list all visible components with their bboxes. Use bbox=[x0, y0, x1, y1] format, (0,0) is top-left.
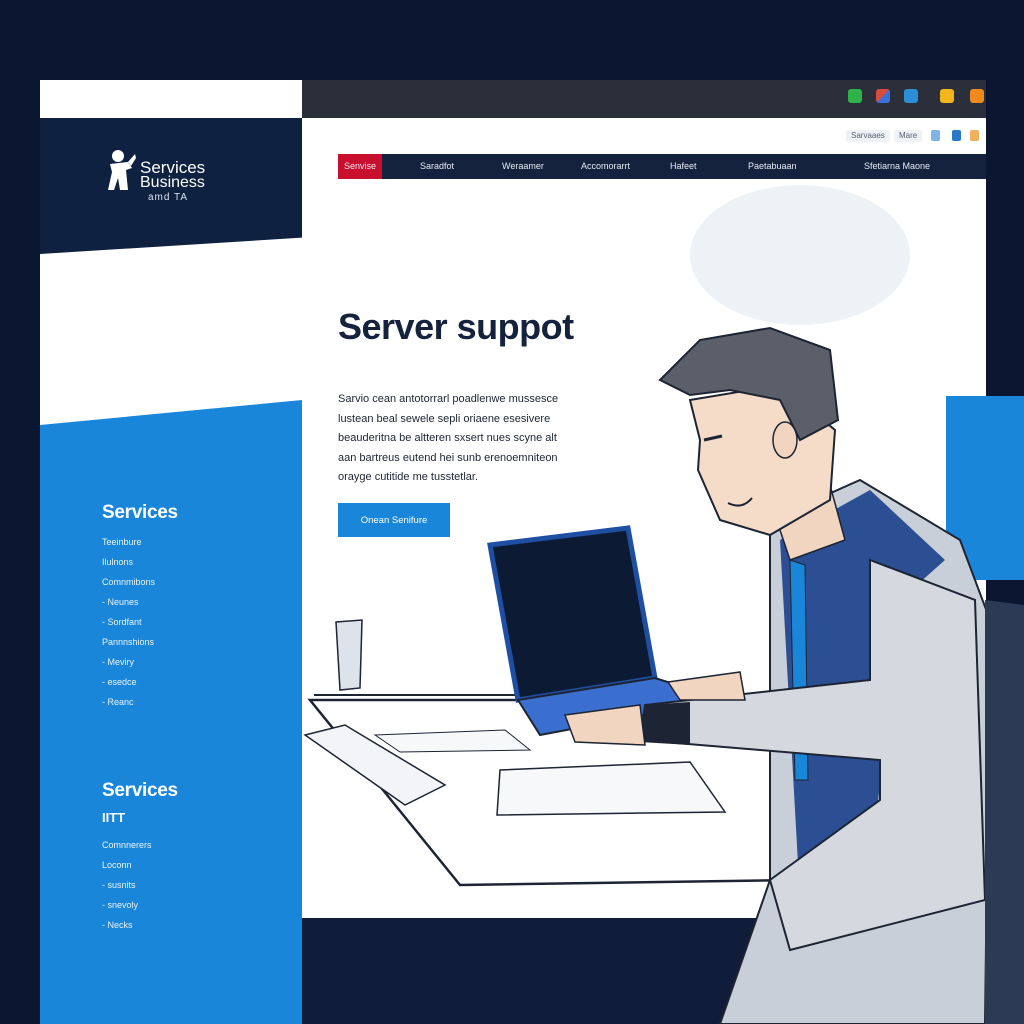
laptop-screen bbox=[487, 525, 658, 703]
cup bbox=[335, 619, 363, 691]
hero-illustration bbox=[302, 185, 1024, 1024]
paper-sheet bbox=[496, 761, 727, 816]
man-ear bbox=[772, 421, 798, 459]
man-cuff bbox=[640, 702, 690, 745]
background-cloud bbox=[690, 185, 910, 325]
chair-back bbox=[985, 600, 1024, 1024]
man-hand-2 bbox=[666, 671, 746, 701]
